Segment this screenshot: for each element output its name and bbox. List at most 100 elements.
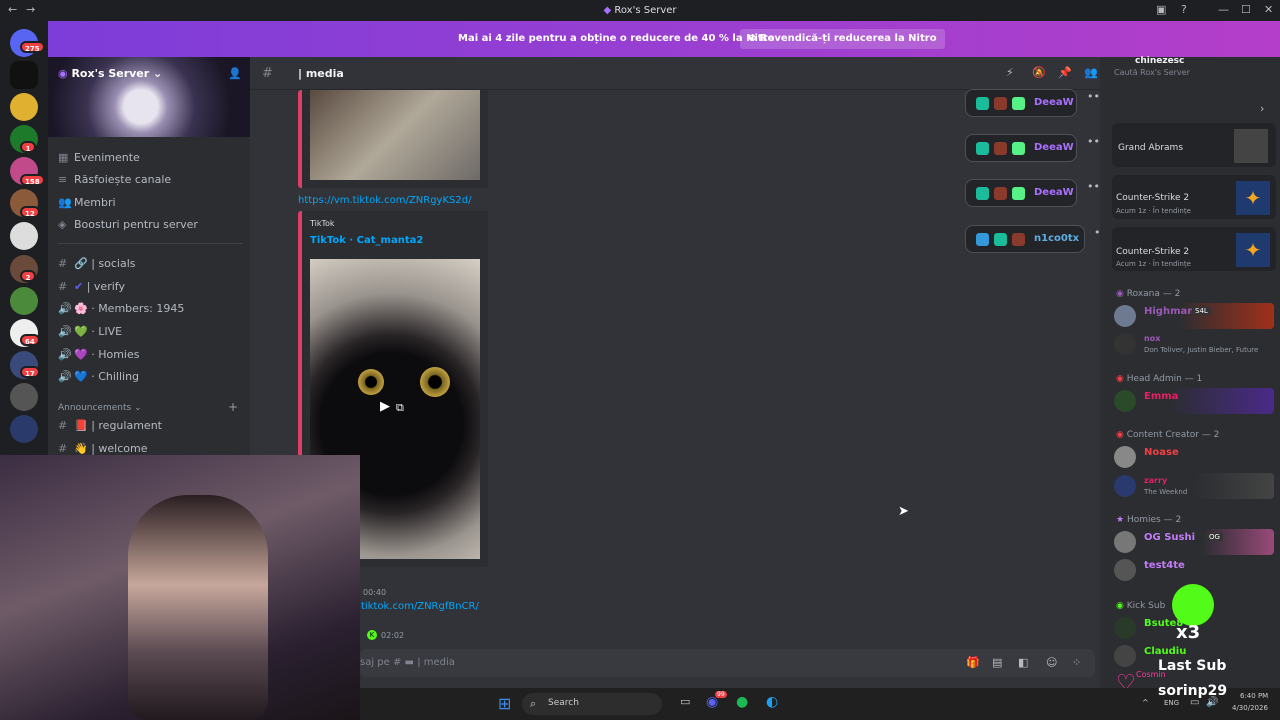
clock-time: 6:40 PM xyxy=(1240,692,1269,700)
message-input[interactable]: saj pe # ▬ | media 🎁 ▤ ◧ ☺ ⁘ xyxy=(360,649,1095,677)
nav-members[interactable]: 👥 Membri xyxy=(58,193,243,213)
language-indicator[interactable]: ENG xyxy=(1164,699,1179,707)
tray-chevron-icon[interactable]: ^ xyxy=(1142,698,1149,707)
search-input[interactable]: Caută Rox's Server xyxy=(1114,68,1190,77)
brown-badge: 12 xyxy=(20,206,40,218)
sticker-icon[interactable]: ◧ xyxy=(1018,656,1028,669)
play-icon[interactable]: ▶ xyxy=(380,399,390,414)
nav-boosts[interactable]: ◈ Boosturi pentru server xyxy=(58,215,243,235)
kick-reaction-icon[interactable]: K xyxy=(367,630,377,640)
top-member-name: chinezesc xyxy=(1135,56,1185,66)
task-view-icon[interactable]: ▭ xyxy=(680,695,690,708)
voice-pill[interactable]: DeeaW xyxy=(965,134,1077,162)
minimize-icon[interactable]: — xyxy=(1218,3,1229,16)
open-external-icon[interactable]: ⧉ xyxy=(396,401,404,415)
embed-title[interactable]: TikTok · Cat_manta2 xyxy=(310,235,423,246)
message-placeholder: saj pe # ▬ | media xyxy=(360,657,455,668)
badge-icon xyxy=(994,97,1007,110)
gif-icon[interactable]: ▤ xyxy=(992,656,1002,669)
badge-icon xyxy=(994,187,1007,200)
last-sub-user: sorinp29 xyxy=(1158,683,1228,699)
add-channel-icon[interactable]: + xyxy=(228,400,238,414)
member-row[interactable]: Highman S4L xyxy=(1114,303,1274,329)
channel-verify[interactable]: # ✔ | verify xyxy=(58,277,243,297)
avatar xyxy=(1114,305,1136,327)
badge-icon xyxy=(1012,142,1025,155)
voice-chilling[interactable]: 🔊 💙 · Chilling xyxy=(58,367,243,387)
channel-label: · Homies xyxy=(91,348,140,361)
speaker-icon: 🔊 xyxy=(58,302,72,315)
tiktok-link-1[interactable]: https://vm.tiktok.com/ZNRgyKS2d/ xyxy=(298,195,471,206)
chevron-down-icon: ⌄ xyxy=(153,67,163,80)
edge-icon[interactable]: ◐ xyxy=(766,694,778,710)
member-tag: OG xyxy=(1206,533,1223,541)
channel-socials[interactable]: # 🔗 | socials xyxy=(58,254,243,274)
member-list-icon[interactable]: 👥 xyxy=(1084,66,1098,79)
windows-start-icon[interactable]: ⊞ xyxy=(498,694,511,713)
spotify-icon[interactable]: ● xyxy=(736,694,748,710)
notifications-icon[interactable]: 🔕 xyxy=(1032,66,1046,79)
streamer-video xyxy=(128,495,268,720)
taskbar-search[interactable]: ⌕ Search xyxy=(522,693,662,715)
server-white-icon[interactable] xyxy=(10,222,38,250)
member-row[interactable]: Noase xyxy=(1114,444,1274,470)
pill-username: DeeaW xyxy=(1034,142,1074,153)
nav-events[interactable]: ▦ Evenimente xyxy=(58,148,243,168)
activity-card[interactable]: Counter-Strike 2 Acum 1z · În tendințe ✦ xyxy=(1112,227,1276,271)
server-gold-icon[interactable] xyxy=(10,93,38,121)
last-sub-label: Last Sub xyxy=(1158,658,1227,674)
help-icon[interactable]: ? xyxy=(1181,3,1187,16)
voice-pill[interactable]: n1co0tx xyxy=(965,225,1085,253)
claim-nitro-button[interactable]: ⊙ Revendică-ți reducerea la Nitro xyxy=(740,29,945,49)
voice-pill[interactable]: DeeaW xyxy=(965,89,1077,117)
banner-message: Mai ai 4 zile pentru a obține o reducere… xyxy=(458,33,775,44)
category-announcements[interactable]: Announcements ⌄ xyxy=(58,403,142,413)
member-row[interactable]: zarry The Weeknd xyxy=(1114,473,1274,499)
badge-icon xyxy=(994,142,1007,155)
server-green-icon[interactable] xyxy=(10,287,38,315)
embed-image[interactable] xyxy=(310,90,480,180)
server-x-icon[interactable] xyxy=(10,383,38,411)
gift-icon[interactable]: 🎁 xyxy=(966,656,980,669)
member-name: nox xyxy=(1144,334,1161,343)
nav-browse-label: Răsfoiește canale xyxy=(74,173,172,186)
apps-icon[interactable]: ⁘ xyxy=(1072,656,1081,669)
voice-members[interactable]: 🔊 🌸 · Members: 1945 xyxy=(58,299,243,319)
tiktok-link-2[interactable]: tiktok.com/ZNRgfBnCR/ xyxy=(361,601,479,612)
member-row[interactable]: OG Sushi OG xyxy=(1114,529,1274,555)
member-row[interactable]: nox Don Toliver, Justin Bieber, Future xyxy=(1114,331,1274,357)
inbox-icon[interactable]: ▣ xyxy=(1156,3,1166,16)
voice-homies[interactable]: 🔊 💜 · Homies xyxy=(58,345,243,365)
emoji-icon[interactable]: ☺ xyxy=(1046,656,1057,669)
activity-name: Counter-Strike 2 xyxy=(1116,193,1190,203)
blue-badge: 17 xyxy=(20,366,40,378)
role-title: Homies — 2 xyxy=(1126,515,1182,525)
server-name: Rox's Server xyxy=(71,67,150,80)
nitro-banner: Mai ai 4 zile pentru a obține o reducere… xyxy=(48,21,1280,57)
activity-card[interactable]: Counter-Strike 2 Acum 1z · În tendințe ✦ xyxy=(1112,175,1276,219)
avatar xyxy=(1114,475,1136,497)
server-w2g-icon[interactable] xyxy=(10,415,38,443)
close-window-icon[interactable]: ✕ xyxy=(1264,3,1273,16)
voice-pill[interactable]: DeeaW xyxy=(965,179,1077,207)
threads-icon[interactable]: ⚡ xyxy=(1006,66,1014,79)
member-row[interactable]: Emma xyxy=(1114,388,1274,414)
voice-live[interactable]: 🔊 💚 · LIVE xyxy=(58,322,243,342)
channel-emoji: 👋 xyxy=(74,442,88,455)
nav-browse-channels[interactable]: ≡ Răsfoiește canale xyxy=(58,170,243,190)
channel-hash-icon: # xyxy=(58,419,68,432)
member-name: OG Sushi xyxy=(1144,532,1196,543)
badge-icon xyxy=(976,142,989,155)
member-tag: S4L xyxy=(1192,307,1211,315)
server-name-button[interactable]: ◉ Rox's Server ⌄ xyxy=(58,67,162,80)
role-header: ◉ Head Admin — 1 xyxy=(1116,374,1203,384)
maximize-icon[interactable]: ☐ xyxy=(1241,3,1251,16)
invite-people-icon[interactable]: 👤 xyxy=(228,67,242,80)
pin-icon[interactable]: 📌 xyxy=(1058,66,1072,79)
channel-regulament[interactable]: # 📕 | regulament xyxy=(58,416,243,436)
chevron-right-icon[interactable]: › xyxy=(1260,102,1264,115)
activity-card[interactable]: Grand Abrams xyxy=(1112,123,1276,167)
server-w-icon[interactable] xyxy=(10,61,38,89)
placeholder-prefix: saj pe # xyxy=(360,657,402,668)
mouse-cursor-icon: ➤ xyxy=(898,504,909,519)
